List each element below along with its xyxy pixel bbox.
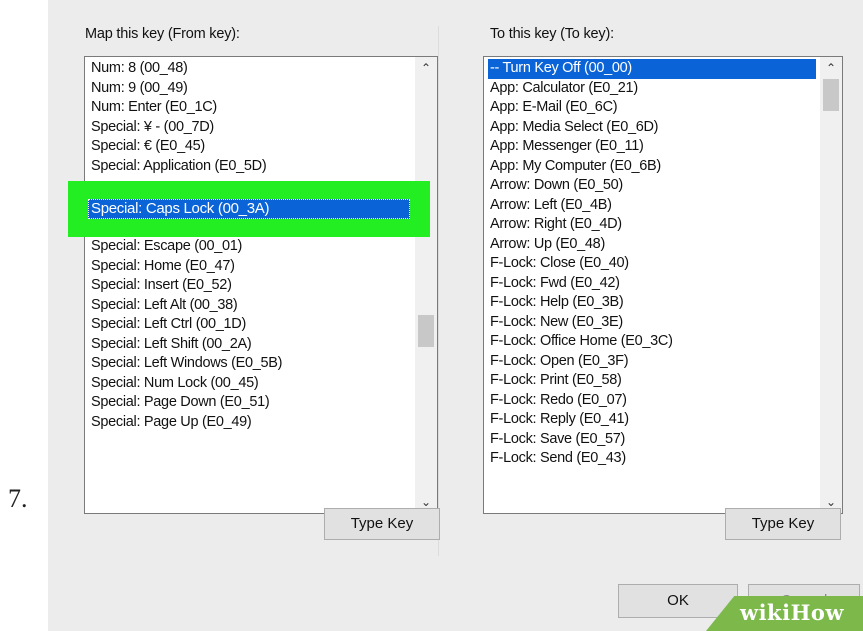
list-item[interactable]: Special: Num Lock (00_45): [89, 374, 411, 394]
scroll-thumb[interactable]: [418, 314, 434, 347]
list-item[interactable]: Special: Application (E0_5D): [89, 157, 411, 177]
to-key-panel: To this key (To key): -- Turn Key Off (0…: [473, 26, 863, 556]
list-item[interactable]: Special: Left Shift (00_2A): [89, 335, 411, 355]
from-key-scrollbar[interactable]: ⌃ ⌄: [415, 57, 437, 513]
list-item[interactable]: Special: Insert (E0_52): [89, 276, 411, 296]
list-item[interactable]: F-Lock: Help (E0_3B): [488, 293, 816, 313]
list-item[interactable]: App: Media Select (E0_6D): [488, 118, 816, 138]
list-item[interactable]: F-Lock: Print (E0_58): [488, 371, 816, 391]
list-item[interactable]: Special: Escape (00_01): [89, 237, 411, 257]
list-item[interactable]: Special: Page Down (E0_51): [89, 393, 411, 413]
to-key-scrollbar[interactable]: ⌃ ⌄: [820, 57, 842, 513]
list-item[interactable]: Special: Home (E0_47): [89, 257, 411, 277]
list-item[interactable]: Num: Enter (E0_1C): [89, 98, 411, 118]
list-item[interactable]: F-Lock: Office Home (E0_3C): [488, 332, 816, 352]
selected-from-key-item[interactable]: Special: Caps Lock (00_3A): [88, 199, 410, 219]
list-item[interactable]: App: E-Mail (E0_6C): [488, 98, 816, 118]
list-item[interactable]: Special: Left Alt (00_38): [89, 296, 411, 316]
from-key-panel: Map this key (From key): Num: 8 (00_48) N…: [68, 26, 440, 556]
list-item[interactable]: App: Calculator (E0_21): [488, 79, 816, 99]
list-item[interactable]: F-Lock: Save (E0_57): [488, 430, 816, 450]
list-item[interactable]: App: Messenger (E0_11): [488, 137, 816, 157]
from-key-items: Num: 8 (00_48) Num: 9 (00_49) Num: Enter (…: [89, 59, 411, 432]
list-item[interactable]: F-Lock: Fwd (E0_42): [488, 274, 816, 294]
list-item[interactable]: Special: Left Ctrl (00_1D): [89, 315, 411, 335]
list-item[interactable]: Num: 9 (00_49): [89, 79, 411, 99]
list-item[interactable]: App: My Computer (E0_6B): [488, 157, 816, 177]
list-item[interactable]: Special: € (E0_45): [89, 137, 411, 157]
from-key-listbox[interactable]: Num: 8 (00_48) Num: 9 (00_49) Num: Enter (…: [84, 56, 438, 514]
list-item[interactable]: F-Lock: Close (E0_40): [488, 254, 816, 274]
list-item[interactable]: F-Lock: Send (E0_43): [488, 449, 816, 469]
scroll-thumb[interactable]: [823, 79, 839, 111]
ok-button[interactable]: OK: [618, 584, 738, 618]
scancode-map-dialog: Map this key (From key): Num: 8 (00_48) N…: [48, 0, 863, 631]
list-item[interactable]: Special: Left Windows (E0_5B): [89, 354, 411, 374]
to-key-title: To this key (To key):: [490, 26, 614, 42]
list-item[interactable]: Arrow: Up (E0_48): [488, 235, 816, 255]
list-item[interactable]: Special: Page Up (E0_49): [89, 413, 411, 433]
step-number: 7.: [8, 484, 28, 513]
list-item[interactable]: F-Lock: Reply (E0_41): [488, 410, 816, 430]
to-key-listbox[interactable]: -- Turn Key Off (00_00) App: Calculator …: [483, 56, 843, 514]
list-item[interactable]: F-Lock: Open (E0_3F): [488, 352, 816, 372]
from-key-title: Map this key (From key):: [85, 26, 240, 42]
watermark-text: wikiHow: [740, 600, 845, 625]
list-item[interactable]: Arrow: Down (E0_50): [488, 176, 816, 196]
chevron-up-icon[interactable]: ⌃: [415, 57, 437, 79]
to-type-key-button[interactable]: Type Key: [725, 508, 841, 540]
chevron-up-icon[interactable]: ⌃: [820, 57, 842, 79]
list-item[interactable]: Num: 8 (00_48): [89, 59, 411, 79]
list-item[interactable]: Arrow: Left (E0_4B): [488, 196, 816, 216]
list-item-selected[interactable]: -- Turn Key Off (00_00): [488, 59, 816, 79]
list-item[interactable]: F-Lock: New (E0_3E): [488, 313, 816, 333]
to-key-items: -- Turn Key Off (00_00) App: Calculator …: [488, 59, 816, 469]
list-item[interactable]: Special: ¥ - (00_7D): [89, 118, 411, 138]
list-item[interactable]: Arrow: Right (E0_4D): [488, 215, 816, 235]
list-item[interactable]: F-Lock: Redo (E0_07): [488, 391, 816, 411]
from-type-key-button[interactable]: Type Key: [324, 508, 440, 540]
